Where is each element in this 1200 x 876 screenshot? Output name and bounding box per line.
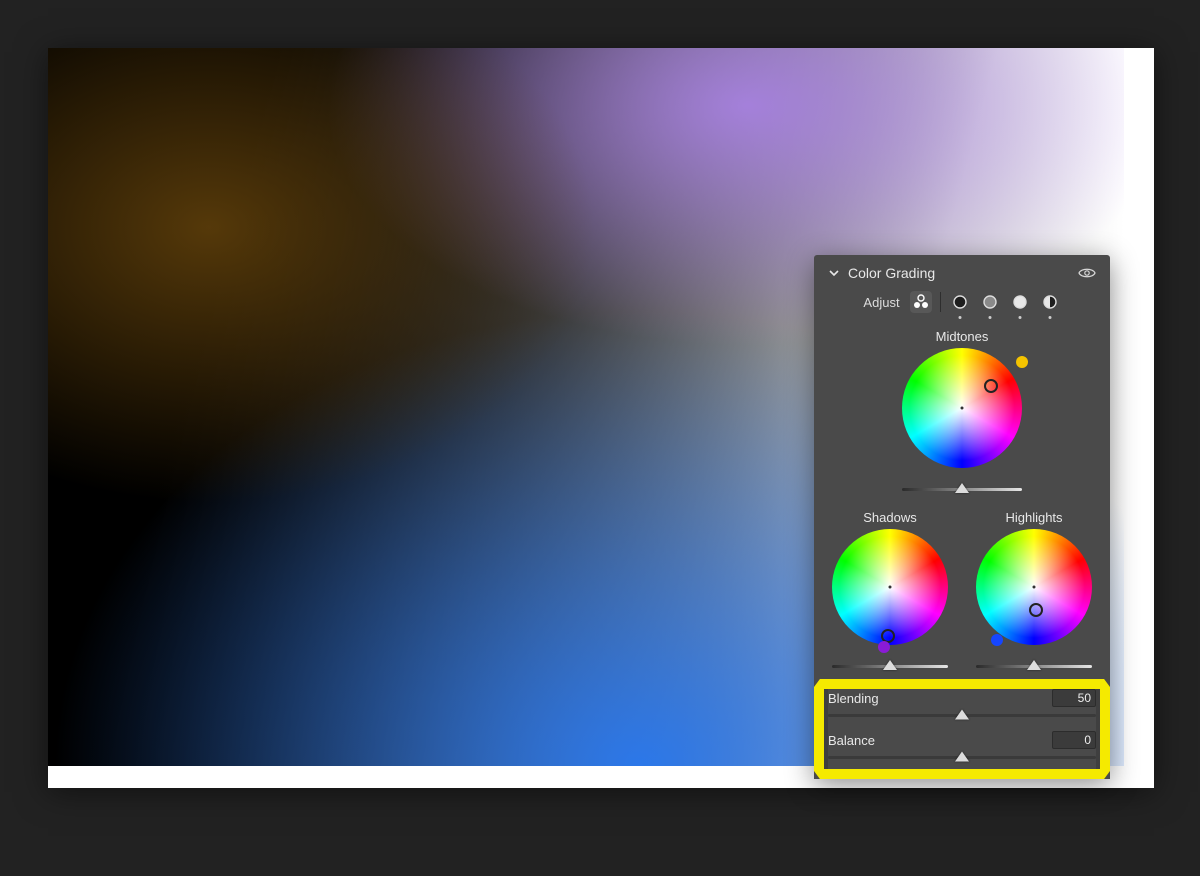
adjust-midtones-icon[interactable] [979, 291, 1001, 313]
highlights-column: Highlights [964, 504, 1104, 671]
blending-value-input[interactable]: 50 [1052, 689, 1096, 707]
panel-title: Color Grading [848, 265, 1078, 281]
balance-value-input[interactable]: 0 [1052, 731, 1096, 749]
shadows-luminance-slider[interactable] [832, 661, 948, 671]
adjust-global-icon[interactable] [1039, 291, 1061, 313]
midtones-hue-dot[interactable] [1016, 356, 1028, 368]
shadows-hue-dot[interactable] [878, 641, 890, 653]
slider-thumb[interactable] [883, 660, 897, 670]
adjust-label: Adjust [863, 295, 899, 310]
shadows-label: Shadows [863, 510, 916, 525]
color-grading-panel: Color Grading Adjust [814, 255, 1110, 779]
highlights-hue-dot[interactable] [991, 634, 1003, 646]
blending-row: Blending 50 [828, 689, 1096, 707]
shadows-highlights-row: Shadows Highlights [814, 500, 1110, 673]
wheel-center-dot [1033, 586, 1036, 589]
balance-slider[interactable] [828, 751, 1096, 763]
adjust-mode-row: Adjust [814, 287, 1110, 323]
adjust-highlights-icon[interactable] [1009, 291, 1031, 313]
highlights-luminance-slider[interactable] [976, 661, 1092, 671]
separator [940, 292, 941, 312]
midtones-picker-ring[interactable] [984, 379, 998, 393]
blending-balance-highlight: Blending 50 Balance 0 [814, 679, 1110, 779]
adjust-three-way-icon[interactable] [910, 291, 932, 313]
collapse-chevron-icon[interactable] [828, 267, 840, 279]
slider-thumb[interactable] [955, 483, 969, 493]
midtones-label: Midtones [814, 329, 1110, 344]
wheel-center-dot [961, 407, 964, 410]
balance-row: Balance 0 [828, 731, 1096, 749]
balance-label: Balance [828, 733, 875, 748]
blending-label: Blending [828, 691, 879, 706]
wheel-center-dot [889, 586, 892, 589]
midtones-color-wheel[interactable] [902, 348, 1022, 468]
midtones-wheel-group [814, 348, 1110, 500]
visibility-eye-icon[interactable] [1078, 267, 1096, 279]
highlights-picker-ring[interactable] [1029, 603, 1043, 617]
highlights-color-wheel[interactable] [976, 529, 1092, 645]
slider-thumb[interactable] [955, 710, 969, 720]
shadows-column: Shadows [820, 504, 960, 671]
panel-header: Color Grading [814, 255, 1110, 287]
slider-thumb[interactable] [1027, 660, 1041, 670]
midtones-luminance-slider[interactable] [902, 484, 1022, 494]
blending-slider[interactable] [828, 709, 1096, 721]
shadows-color-wheel[interactable] [832, 529, 948, 645]
adjust-shadows-icon[interactable] [949, 291, 971, 313]
highlights-label: Highlights [1005, 510, 1062, 525]
slider-thumb[interactable] [955, 752, 969, 762]
